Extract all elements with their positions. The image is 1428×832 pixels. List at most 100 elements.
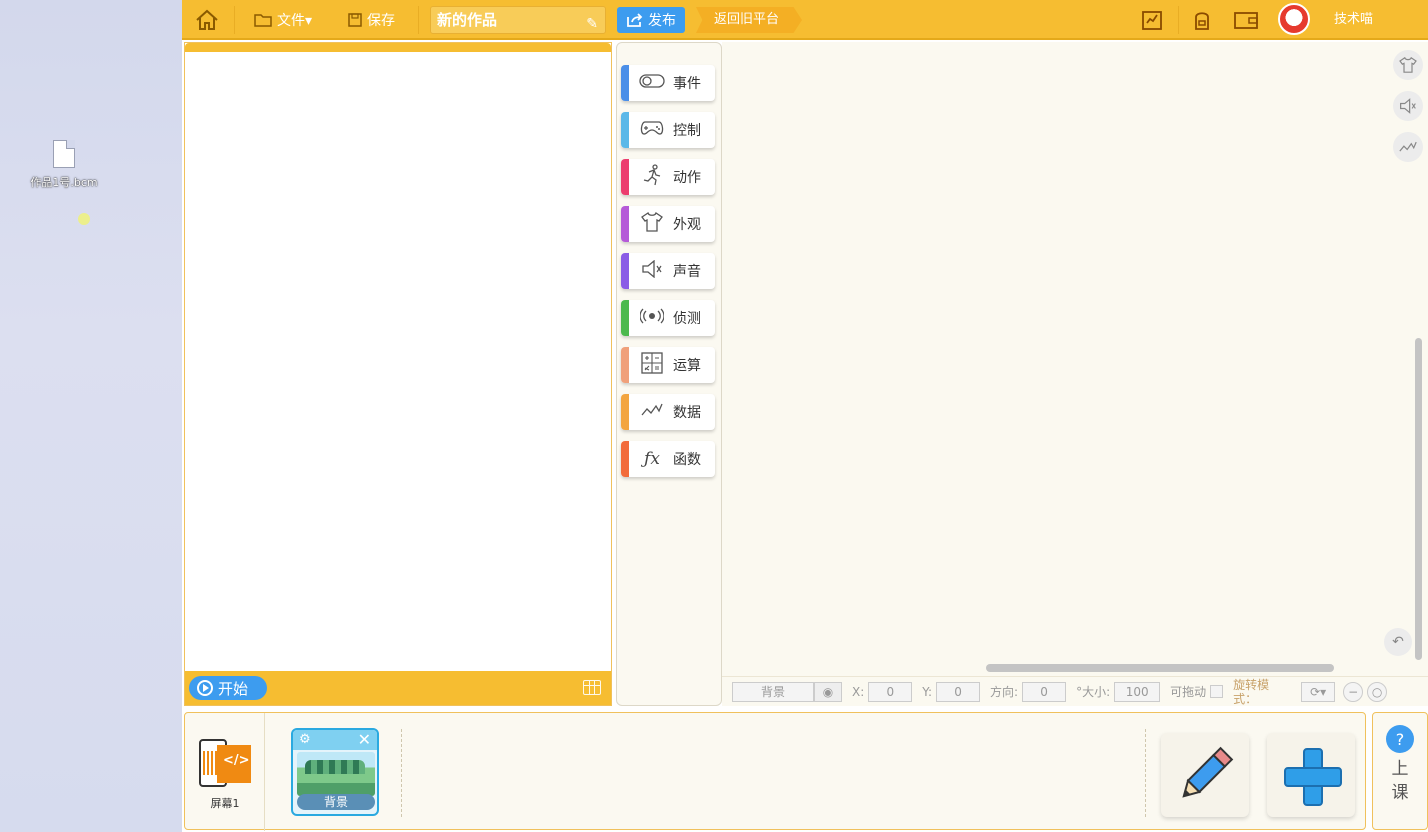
draggable-checkbox[interactable] bbox=[1210, 685, 1224, 698]
category-operators[interactable]: 运算 bbox=[621, 347, 715, 383]
stage-panel: 开始 bbox=[184, 42, 612, 706]
toggle-icon bbox=[637, 74, 667, 92]
divider bbox=[401, 729, 402, 817]
category-label: 声音 bbox=[673, 264, 701, 280]
background-sprite-card[interactable]: ⚙ ✕ 背景 bbox=[291, 728, 379, 816]
home-button[interactable] bbox=[192, 0, 222, 40]
x-label: X: bbox=[852, 684, 865, 699]
category-color-bar bbox=[621, 347, 629, 383]
size-field[interactable]: 100 bbox=[1114, 681, 1161, 702]
category-motion[interactable]: 动作 bbox=[621, 159, 715, 195]
share-icon bbox=[627, 13, 643, 27]
category-looks[interactable]: 外观 bbox=[621, 206, 715, 242]
back-old-platform-button[interactable]: 返回旧平台 bbox=[696, 7, 802, 33]
desktop-file[interactable]: 作品1号.bcm bbox=[28, 140, 100, 190]
category-color-bar bbox=[621, 300, 629, 336]
project-title: 新的作品 bbox=[437, 11, 498, 29]
back-old-platform-label: 返回旧平台 bbox=[714, 12, 780, 27]
backpack-icon[interactable] bbox=[1190, 8, 1214, 32]
category-data[interactable]: 数据 bbox=[621, 394, 715, 430]
undo-icon[interactable]: ↶ bbox=[1384, 628, 1412, 656]
horizontal-scrollbar[interactable] bbox=[986, 664, 1334, 672]
stage-footer: 开始 bbox=[185, 671, 611, 705]
add-sprite-button[interactable] bbox=[1267, 733, 1355, 817]
rotation-mode-label: 旋转模式： bbox=[1233, 677, 1270, 706]
category-events[interactable]: 事件 bbox=[621, 65, 715, 101]
start-button[interactable]: 开始 bbox=[189, 676, 267, 700]
grid-toggle-icon[interactable] bbox=[583, 680, 601, 695]
save-icon bbox=[348, 13, 362, 27]
screen-label: 屏幕1 bbox=[210, 797, 240, 810]
script-workspace[interactable]: ↶ bbox=[722, 42, 1428, 706]
category-color-bar bbox=[621, 441, 629, 477]
cursor-highlight bbox=[78, 213, 90, 225]
running-icon bbox=[637, 164, 667, 190]
file-menu-label: 文件▾ bbox=[277, 13, 313, 29]
vertical-scrollbar[interactable] bbox=[1415, 338, 1422, 660]
screen-image: </> bbox=[199, 739, 251, 789]
category-label: 运算 bbox=[673, 358, 701, 374]
category-label: 控制 bbox=[673, 123, 701, 139]
costume-shirt-icon[interactable] bbox=[1393, 50, 1423, 80]
toolbar-divider bbox=[234, 6, 235, 34]
function-icon: ƒx bbox=[644, 449, 660, 469]
stage-header bbox=[185, 43, 611, 52]
rotation-mode-select[interactable]: ⟳▾ bbox=[1301, 681, 1336, 702]
radar-icon bbox=[637, 308, 667, 328]
data-chart-icon[interactable] bbox=[1393, 132, 1423, 162]
direction-field[interactable]: 0 bbox=[1022, 681, 1067, 702]
toolbar-divider bbox=[418, 6, 419, 34]
edit-pencil-icon[interactable]: ✎ bbox=[586, 11, 598, 37]
wallet-icon[interactable] bbox=[1234, 8, 1258, 32]
stage-canvas[interactable] bbox=[185, 52, 611, 672]
speaker-icon bbox=[637, 259, 667, 282]
gear-icon[interactable]: ⚙ bbox=[299, 732, 311, 747]
folder-icon bbox=[254, 14, 272, 27]
user-avatar[interactable] bbox=[1278, 3, 1310, 35]
category-label: 数据 bbox=[673, 405, 701, 421]
y-position-field[interactable]: 0 bbox=[936, 681, 981, 702]
category-sound[interactable]: 声音 bbox=[621, 253, 715, 289]
start-label: 开始 bbox=[218, 679, 249, 698]
zoom-out-icon[interactable]: − bbox=[1343, 681, 1364, 702]
save-button[interactable]: 保存 bbox=[348, 0, 395, 40]
username[interactable]: 技术喵 bbox=[1334, 0, 1373, 40]
category-sensing[interactable]: 侦测 bbox=[621, 300, 715, 336]
visibility-eye-icon[interactable]: ◉ bbox=[814, 681, 842, 702]
category-color-bar bbox=[621, 65, 629, 101]
category-label: 侦测 bbox=[673, 311, 701, 327]
x-position-field[interactable]: 0 bbox=[868, 681, 913, 702]
chart-book-icon[interactable] bbox=[1140, 8, 1164, 32]
category-label: 外观 bbox=[673, 217, 701, 233]
desktop-background: 作品1号.bcm bbox=[0, 0, 182, 832]
file-icon bbox=[53, 140, 75, 168]
background-thumbnail bbox=[297, 752, 375, 796]
play-icon bbox=[197, 680, 213, 696]
screen-stripes bbox=[203, 751, 221, 775]
screen-thumbnail[interactable]: </> 屏幕1 bbox=[185, 713, 265, 831]
code-icon: </> bbox=[223, 753, 250, 768]
category-color-bar bbox=[621, 206, 629, 242]
category-functions[interactable]: ƒx 函数 bbox=[621, 441, 715, 477]
y-label: Y: bbox=[922, 684, 933, 699]
close-icon[interactable]: ✕ bbox=[358, 730, 371, 749]
category-label: 事件 bbox=[673, 76, 701, 92]
file-menu[interactable]: 文件▾ bbox=[254, 0, 312, 40]
paint-sprite-button[interactable] bbox=[1161, 733, 1249, 817]
shirt-icon bbox=[637, 211, 667, 236]
draggable-label: 可拖动 bbox=[1170, 685, 1207, 699]
category-control[interactable]: 控制 bbox=[621, 112, 715, 148]
size-label: °大小: bbox=[1076, 685, 1111, 699]
plus-icon bbox=[1284, 748, 1342, 806]
category-label: 动作 bbox=[673, 170, 701, 186]
sound-speaker-icon[interactable] bbox=[1393, 91, 1423, 121]
publish-button[interactable]: 发布 bbox=[617, 7, 685, 33]
zoom-icon[interactable]: ○ bbox=[1367, 681, 1388, 702]
class-button[interactable]: ? 上 课 bbox=[1372, 712, 1428, 830]
project-title-input[interactable]: 新的作品 ✎ bbox=[430, 6, 606, 34]
sprite-name-field[interactable]: 背景 bbox=[732, 681, 814, 702]
home-icon bbox=[196, 9, 218, 30]
pencil-icon bbox=[1182, 746, 1234, 798]
desktop-file-name: 作品1号.bcm bbox=[30, 176, 98, 189]
block-category-list: 事件 控制 动作 外观 声音 侦测 运算 数据 ƒx 函数 bbox=[616, 42, 722, 706]
